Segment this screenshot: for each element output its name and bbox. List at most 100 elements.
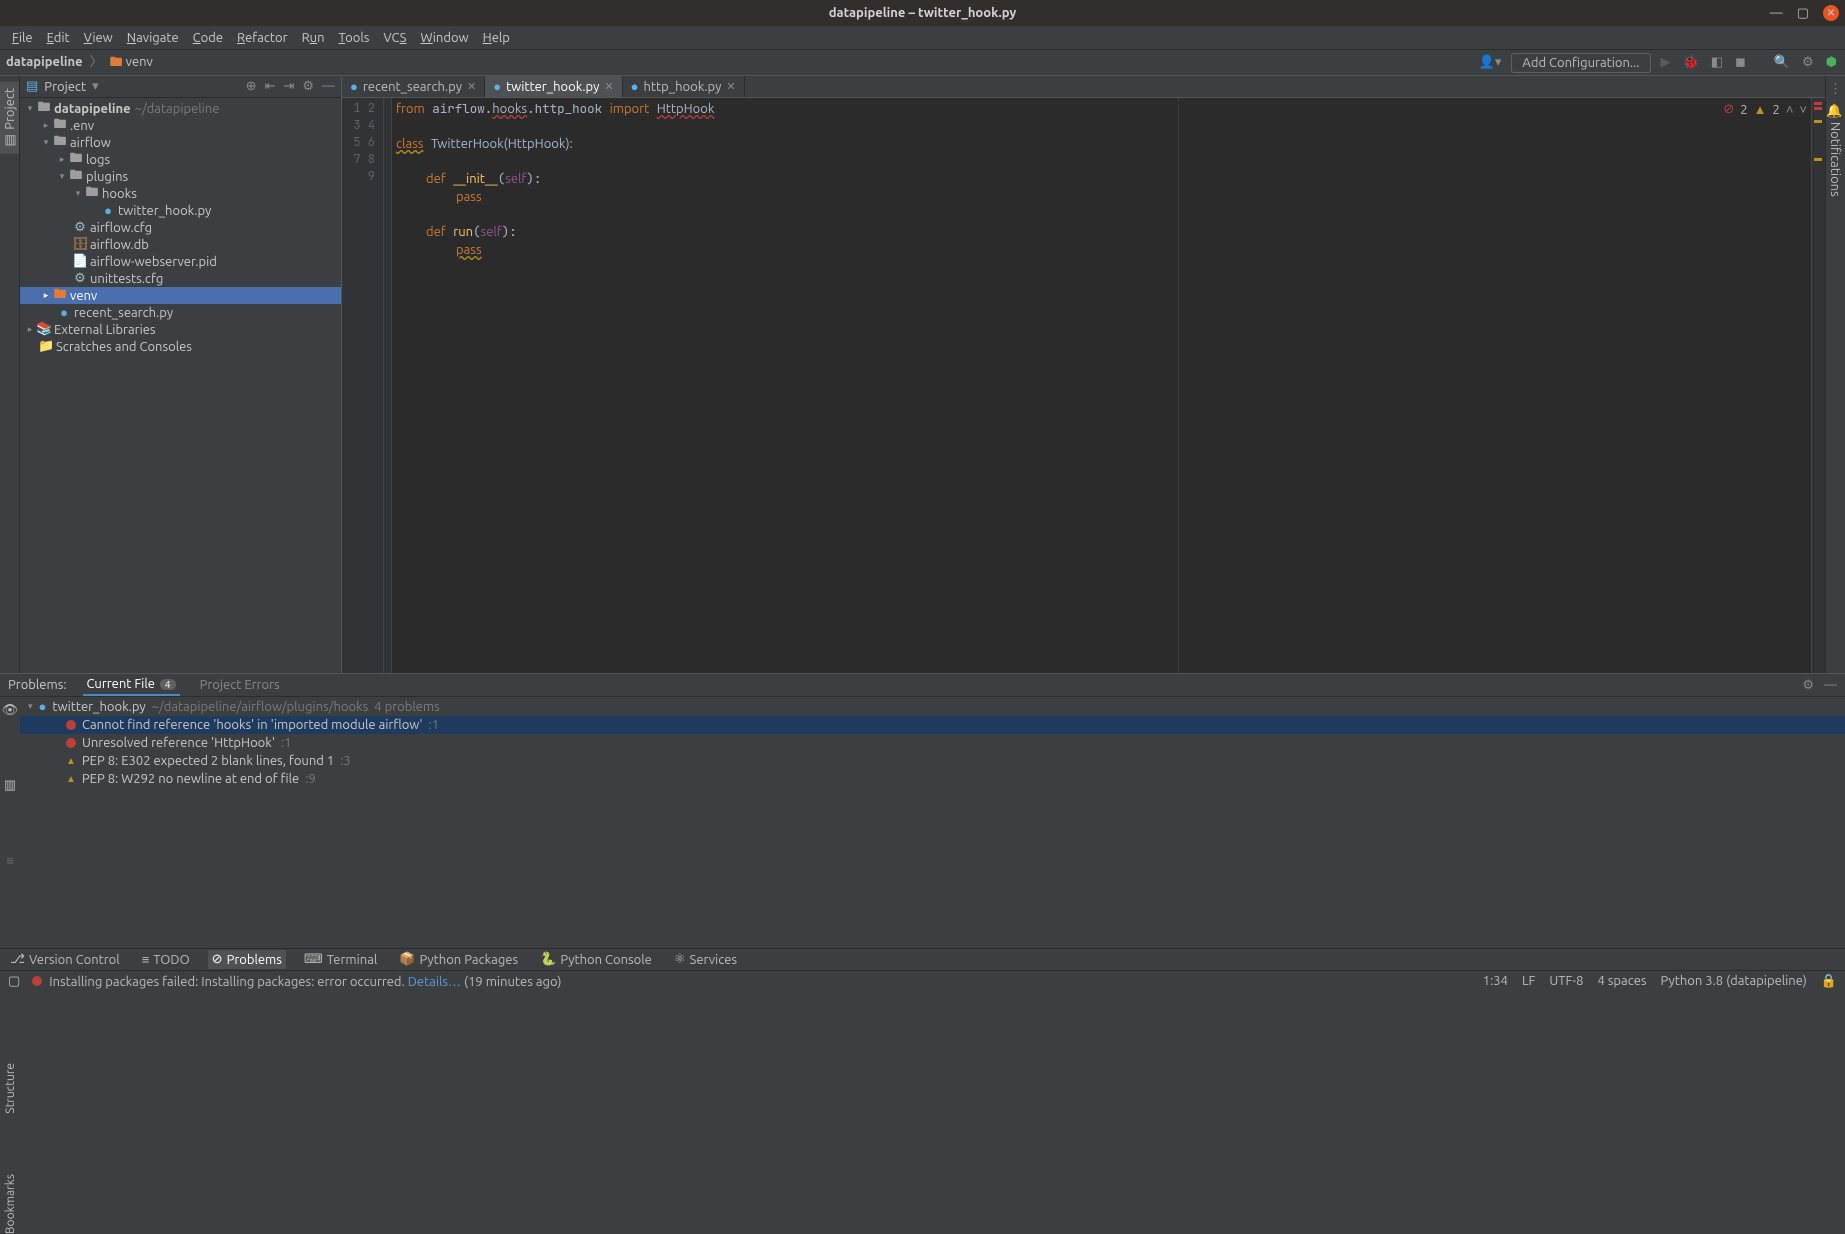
- problem-item[interactable]: Unresolved reference 'HttpHook' :1: [20, 734, 1845, 752]
- tw-services[interactable]: ⚛ Services: [670, 950, 741, 969]
- inspection-up-icon[interactable]: ˄: [1786, 102, 1794, 117]
- status-position[interactable]: 1:34: [1483, 974, 1508, 989]
- close-tab-icon[interactable]: ✕: [726, 80, 735, 93]
- menu-help[interactable]: Help: [477, 29, 516, 47]
- tool-project-tab[interactable]: ▥ Project: [0, 82, 19, 154]
- dropdown-icon[interactable]: ▾: [92, 79, 99, 94]
- problem-item[interactable]: ▲ PEP 8: W292 no newline at end of file …: [20, 770, 1845, 788]
- stop-icon[interactable]: ◼: [1733, 55, 1748, 70]
- tree-external-libraries[interactable]: ▸📚External Libraries: [20, 321, 341, 338]
- view-icon[interactable]: 👁: [2, 703, 19, 718]
- locate-icon[interactable]: ⊕: [246, 79, 257, 94]
- close-tab-icon[interactable]: ✕: [604, 80, 613, 93]
- search-icon[interactable]: 🔍: [1772, 55, 1792, 70]
- menu-edit[interactable]: Edit: [41, 29, 76, 47]
- main: ▥ Project ▤ Project ▾ ⊕ ⇤ ⇥ ⚙ — ▾🖿 datap…: [0, 76, 1845, 673]
- status-line-separator[interactable]: LF: [1522, 974, 1535, 989]
- tw-terminal[interactable]: ⌨ Terminal: [300, 950, 381, 969]
- gear-icon[interactable]: ⚙: [1802, 678, 1814, 693]
- status-message[interactable]: Installing packages failed: Installing p…: [32, 975, 561, 989]
- layout-icon[interactable]: ▥: [4, 778, 16, 793]
- tw-version-control[interactable]: ⎇ Version Control: [6, 950, 124, 969]
- tool-structure-tab[interactable]: Structure: [4, 1063, 17, 1114]
- more-icon[interactable]: ⋮: [1829, 82, 1842, 97]
- toolwindow-bar: ⎇ Version Control ≡ TODO ⊘ Problems ⌨ Te…: [0, 948, 1845, 970]
- hide-panel-icon[interactable]: —: [1824, 678, 1837, 693]
- problem-item[interactable]: ▲ PEP 8: E302 expected 2 blank lines, fo…: [20, 752, 1845, 770]
- maximize-icon[interactable]: ▢: [1797, 6, 1809, 21]
- menu-view[interactable]: View: [78, 29, 119, 47]
- status-indent[interactable]: 4 spaces: [1597, 974, 1646, 989]
- problems-tab-project[interactable]: Project Errors: [196, 675, 284, 695]
- menu-navigate[interactable]: Navigate: [121, 29, 185, 47]
- lock-icon[interactable]: 🔒: [1821, 974, 1837, 989]
- debug-icon[interactable]: 🐞: [1681, 55, 1701, 70]
- tree-plugins[interactable]: ▾🖿plugins: [20, 168, 341, 185]
- status-encoding[interactable]: UTF-8: [1549, 974, 1583, 989]
- status-details-link[interactable]: Details…: [408, 975, 461, 989]
- error-icon: [32, 976, 42, 986]
- sidebar-title[interactable]: Project: [44, 80, 86, 94]
- tw-todo[interactable]: ≡ TODO: [138, 950, 194, 969]
- tw-python-packages[interactable]: 📦 Python Packages: [395, 950, 522, 969]
- problems-file-row[interactable]: ▾ ● twitter_hook.py ~/datapipeline/airfl…: [20, 697, 1845, 716]
- tree-airflow-cfg[interactable]: ⚙airflow.cfg: [20, 219, 341, 236]
- tab-http-hook[interactable]: ● http_hook.py ✕: [623, 76, 745, 97]
- menu-file[interactable]: File: [6, 29, 39, 47]
- tree-twitter-hook[interactable]: ●twitter_hook.py: [20, 202, 341, 219]
- status-interpreter[interactable]: Python 3.8 (datapipeline): [1661, 974, 1807, 989]
- tree-webserver-pid[interactable]: 📄airflow-webserver.pid: [20, 253, 341, 270]
- add-configuration-button[interactable]: Add Configuration...: [1511, 53, 1650, 73]
- menu-vcs[interactable]: VCS: [377, 29, 412, 47]
- menu-refactor[interactable]: Refactor: [231, 29, 294, 47]
- problems-tab-current[interactable]: Current File 4: [83, 674, 180, 696]
- inspection-down-icon[interactable]: ˅: [1799, 102, 1807, 117]
- tree-hooks[interactable]: ▾🖿hooks: [20, 185, 341, 202]
- menu-tools[interactable]: Tools: [333, 29, 376, 47]
- hide-icon[interactable]: —: [322, 79, 335, 94]
- menu-window[interactable]: Window: [414, 29, 474, 47]
- tree-root[interactable]: ▾🖿 datapipeline ~/datapipeline: [20, 100, 341, 117]
- status-icon[interactable]: ▢: [8, 974, 20, 989]
- tree-airflow-db[interactable]: 🗄airflow.db: [20, 236, 341, 253]
- tw-python-console[interactable]: 🐍 Python Console: [536, 950, 656, 969]
- run-icon[interactable]: ▶: [1659, 55, 1673, 70]
- tab-twitter-hook[interactable]: ● twitter_hook.py ✕: [485, 76, 622, 97]
- window-controls: — ▢ ✕: [1770, 5, 1839, 21]
- tab-recent-search[interactable]: ● recent_search.py ✕: [342, 76, 485, 97]
- tree-scratches[interactable]: 📁Scratches and Consoles: [20, 338, 341, 355]
- menu-code[interactable]: Code: [187, 29, 229, 47]
- folder-icon: 🖿: [110, 55, 123, 69]
- problem-item[interactable]: Cannot find reference 'hooks' in 'import…: [20, 716, 1845, 734]
- project-tree[interactable]: ▾🖿 datapipeline ~/datapipeline ▸🖿.env ▾🖿…: [20, 98, 341, 673]
- close-tab-icon[interactable]: ✕: [467, 80, 476, 93]
- breadcrumb[interactable]: datapipeline 〉 🖿 venv: [6, 51, 153, 75]
- editor[interactable]: 1 2 3 4 5 6 7 8 9 from airflow.hooks.htt…: [342, 98, 1825, 673]
- error-icon: [66, 720, 76, 730]
- tree-unittests[interactable]: ⚙unittests.cfg: [20, 270, 341, 287]
- error-stripe[interactable]: [1811, 98, 1825, 673]
- menu-run[interactable]: Run: [296, 29, 331, 47]
- tree-recent-search[interactable]: ●recent_search.py: [20, 304, 341, 321]
- warning-icon: ▲: [66, 755, 76, 767]
- filter-icon[interactable]: ≡: [6, 853, 14, 868]
- coverage-icon[interactable]: ◧: [1709, 55, 1725, 70]
- close-icon[interactable]: ✕: [1823, 5, 1839, 21]
- code-content[interactable]: from airflow.hooks.http_hook import Http…: [392, 98, 1811, 673]
- ide-icon[interactable]: ⬢: [1824, 55, 1839, 70]
- line-gutter: 1 2 3 4 5 6 7 8 9: [342, 98, 384, 673]
- tree-env[interactable]: ▸🖿.env: [20, 117, 341, 134]
- tool-notifications-tab[interactable]: 🔔 Notifications: [1826, 97, 1845, 203]
- tw-problems[interactable]: ⊘ Problems: [208, 950, 286, 969]
- tree-venv[interactable]: ▸🖿venv: [20, 287, 341, 304]
- collapse-icon[interactable]: ⇤: [265, 79, 276, 94]
- gear-icon[interactable]: ⚙: [302, 79, 314, 94]
- settings-icon[interactable]: ⚙: [1800, 55, 1816, 70]
- tool-bookmarks-tab[interactable]: Bookmarks: [4, 1174, 17, 1234]
- titlebar: datapipeline – twitter_hook.py — ▢ ✕: [0, 0, 1845, 26]
- inspection-summary[interactable]: ⊘2 ▲2 ˄ ˅: [1723, 102, 1807, 117]
- user-icon[interactable]: 👤▾: [1477, 55, 1504, 70]
- expand-icon[interactable]: ⇥: [283, 79, 294, 94]
- minimize-icon[interactable]: —: [1770, 6, 1783, 20]
- fold-gutter[interactable]: [384, 98, 392, 673]
